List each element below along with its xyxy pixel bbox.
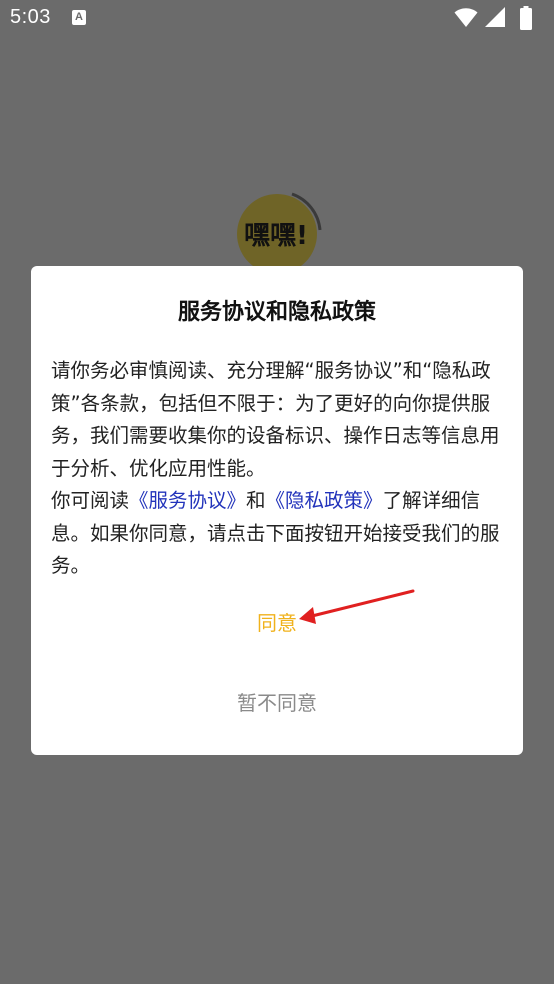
policy-paragraph-links: 你可阅读《服务协议》和《隐私政策》了解详细信息。如果你同意，请点击下面按钮开始接… — [51, 485, 511, 583]
disagree-button[interactable]: 暂不同意 — [31, 686, 523, 720]
logo-text: 嘿嘿! — [244, 221, 308, 251]
service-agreement-link[interactable]: 《服务协议》 — [129, 489, 246, 512]
agree-button[interactable]: 同意 — [31, 606, 523, 640]
wifi-icon — [454, 8, 478, 27]
privacy-policy-link[interactable]: 《隐私政策》 — [266, 489, 383, 512]
signal-icon — [485, 7, 505, 27]
p2-prefix: 你可阅读 — [51, 489, 130, 512]
dialog-body: 请你务必审慎阅读、充分理解“服务协议”和“隐私政策”各条款，包括但不限于：为了更… — [51, 355, 511, 583]
notification-a-icon: A — [72, 10, 86, 25]
policy-paragraph: 请你务必审慎阅读、充分理解“服务协议”和“隐私政策”各条款，包括但不限于：为了更… — [51, 359, 500, 480]
battery-icon — [520, 6, 532, 30]
status-bar: 5:03 A — [0, 0, 554, 36]
disagree-label: 暂不同意 — [237, 691, 317, 715]
privacy-dialog: 服务协议和隐私政策 请你务必审慎阅读、充分理解“服务协议”和“隐私政策”各条款，… — [31, 266, 523, 755]
p2-and: 和 — [246, 489, 266, 512]
notification-glyph: A — [75, 11, 83, 23]
agree-label: 同意 — [257, 611, 297, 635]
status-time: 5:03 — [10, 6, 51, 28]
dialog-title: 服务协议和隐私政策 — [177, 300, 376, 325]
